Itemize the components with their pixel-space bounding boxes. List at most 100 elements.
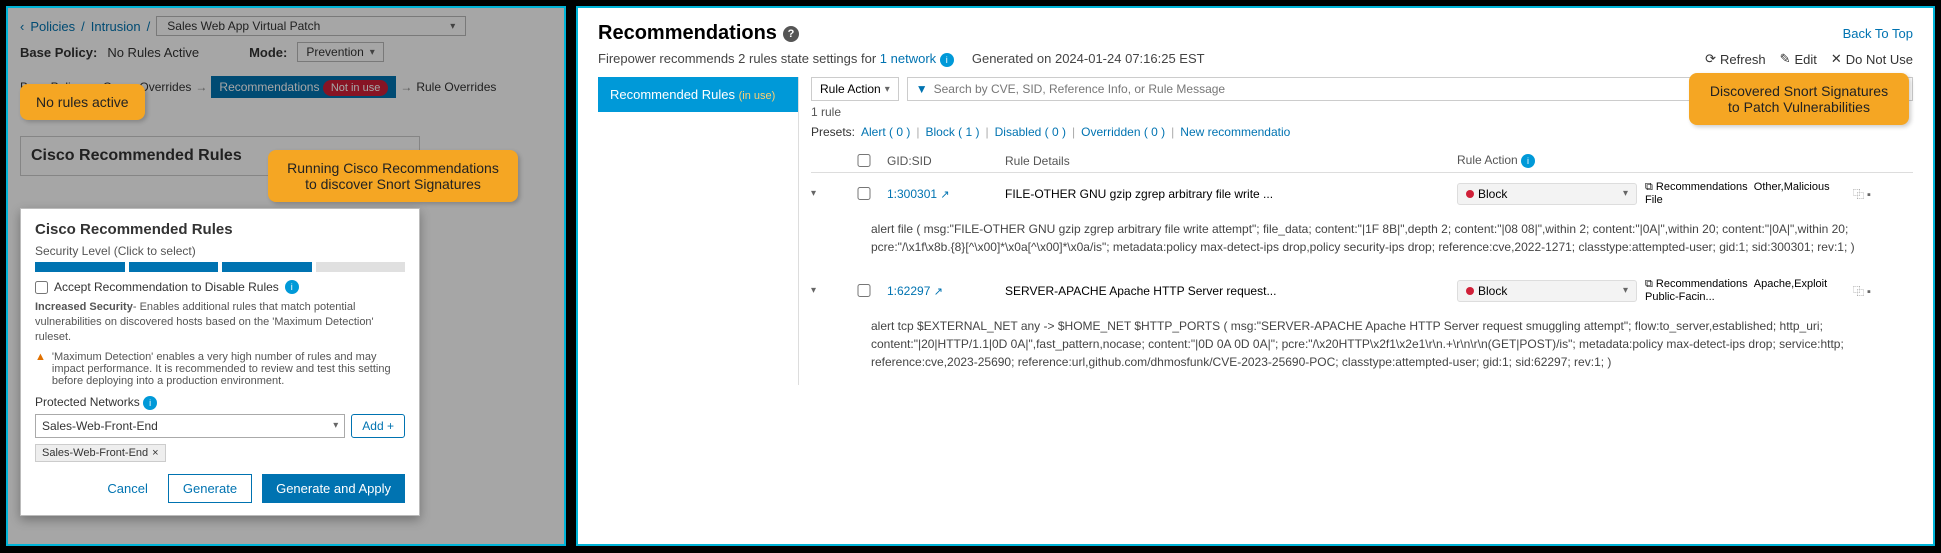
- security-level-hint: (Click to select): [114, 244, 196, 258]
- block-icon: [1466, 287, 1474, 295]
- refresh-button[interactable]: ⟳ Refresh: [1705, 51, 1765, 67]
- gid-sid[interactable]: 1:300301 ↗: [887, 187, 997, 201]
- base-policy-row: Base Policy: No Rules Active Mode: Preve…: [20, 42, 552, 62]
- tab-recommendations[interactable]: Recommendations Not in use: [211, 76, 396, 98]
- filter-icon: ▼: [916, 82, 928, 96]
- accept-disable-checkbox[interactable]: [35, 281, 48, 294]
- cancel-button[interactable]: Cancel: [97, 474, 157, 503]
- popout-icon[interactable]: ↗: [934, 286, 943, 298]
- tab-recommendations-label: Recommendations: [219, 80, 319, 94]
- link-icon: ⧉: [1645, 278, 1653, 290]
- crumb-policies[interactable]: Policies: [30, 19, 75, 34]
- expand-toggle[interactable]: ▾: [811, 188, 841, 199]
- generated-timestamp: Generated on 2024-01-24 07:16:25 EST: [972, 51, 1205, 66]
- chevron-down-icon: ▾: [450, 21, 455, 32]
- network-link[interactable]: 1 network: [880, 51, 936, 66]
- rule-action-select[interactable]: Block▾: [1457, 280, 1637, 302]
- rule-action-select[interactable]: Block▾: [1457, 183, 1637, 205]
- preset-new[interactable]: New recommendatio: [1180, 125, 1290, 139]
- refresh-icon: ⟳: [1705, 51, 1716, 67]
- generate-apply-button[interactable]: Generate and Apply: [262, 474, 405, 503]
- gid-sid[interactable]: 1:62297 ↗: [887, 284, 997, 298]
- left-panel: ‹ Policies / Intrusion / Sales Web App V…: [6, 6, 566, 546]
- max-detection-warning: ▲ 'Maximum Detection' enables a very hig…: [35, 351, 405, 387]
- callout-no-rules: No rules active: [20, 84, 145, 120]
- do-not-use-button[interactable]: ✕ Do Not Use: [1831, 51, 1913, 67]
- security-level-label: Security Level: [35, 244, 110, 258]
- close-icon: ✕: [1831, 51, 1842, 67]
- increased-security-desc: Increased Security- Enables additional r…: [35, 300, 405, 345]
- callout-discovered: Discovered Snort Signatures to Patch Vul…: [1689, 73, 1909, 125]
- rule-detail: alert tcp $EXTERNAL_NET any -> $HOME_NET…: [811, 311, 1913, 385]
- row-actions[interactable]: ⿻ ▪: [1853, 186, 1913, 202]
- recommendation-summary: Firepower recommends 2 rules state setti…: [598, 51, 1205, 67]
- chevron-down-icon: ▾: [370, 47, 375, 58]
- remove-chip-icon[interactable]: ×: [152, 447, 158, 459]
- col-details: Rule Details: [1005, 154, 1449, 168]
- link-icon: ⧉: [1645, 181, 1653, 193]
- tab-recommended-rules[interactable]: Recommended Rules (in use): [598, 77, 798, 112]
- mode-select[interactable]: Prevention ▾: [297, 42, 383, 62]
- info-icon[interactable]: i: [940, 53, 954, 67]
- search-placeholder: Search by CVE, SID, Reference Info, or R…: [934, 82, 1225, 96]
- row-checkbox[interactable]: [849, 284, 879, 297]
- protected-networks-label: Protected Networks: [35, 395, 140, 409]
- expand-toggle[interactable]: ▾: [811, 285, 841, 296]
- base-policy-value: No Rules Active: [107, 45, 199, 60]
- breadcrumb: ‹ Policies / Intrusion / Sales Web App V…: [20, 16, 552, 36]
- recommendations-panel: Recommendations ? Back To Top Firepower …: [576, 6, 1935, 546]
- generate-button[interactable]: Generate: [168, 474, 252, 503]
- chevron-down-icon: ▾: [1623, 188, 1628, 199]
- back-to-top-link[interactable]: Back To Top: [1843, 26, 1913, 41]
- table-row: ▾ 1:300301 ↗ FILE-OTHER GNU gzip zgrep a…: [811, 173, 1913, 214]
- security-level-slider[interactable]: [35, 262, 405, 272]
- table-header: GID:SID Rule Details Rule Action i: [811, 149, 1913, 173]
- policy-select[interactable]: Sales Web App Virtual Patch ▾: [156, 16, 466, 36]
- mode-label: Mode:: [249, 45, 287, 60]
- edit-button[interactable]: ✎ Edit: [1780, 51, 1817, 67]
- presets-row: Presets: Alert ( 0 )| Block ( 1 )| Disab…: [811, 125, 1913, 139]
- pencil-icon: ✎: [1780, 51, 1791, 67]
- accept-disable-label: Accept Recommendation to Disable Rules: [54, 280, 279, 294]
- policy-select-value: Sales Web App Virtual Patch: [167, 19, 320, 33]
- select-all-checkbox[interactable]: [849, 154, 879, 167]
- badge-not-in-use: Not in use: [323, 80, 389, 96]
- block-icon: [1466, 190, 1474, 198]
- rule-action-dropdown[interactable]: Rule Action ▾: [811, 77, 899, 101]
- rule-meta: ⧉ Recommendations Other,Malicious File: [1645, 181, 1845, 206]
- protected-networks-select[interactable]: Sales-Web-Front-End ▾: [35, 414, 345, 438]
- popout-icon[interactable]: ↗: [940, 189, 949, 201]
- page-title: Recommendations ?: [598, 22, 799, 45]
- warning-icon: ▲: [35, 351, 46, 387]
- help-icon[interactable]: ?: [783, 26, 799, 42]
- preset-overridden[interactable]: Overridden ( 0 ): [1081, 125, 1165, 139]
- modal-title: Cisco Recommended Rules: [35, 221, 405, 238]
- info-icon[interactable]: i: [285, 280, 299, 294]
- chevron-down-icon: ▾: [885, 84, 890, 95]
- network-chip: Sales-Web-Front-End ×: [35, 444, 166, 462]
- preset-block[interactable]: Block ( 1 ): [925, 125, 979, 139]
- callout-discover: Running Cisco Recommendations to discove…: [268, 150, 518, 202]
- in-use-badge: (in use): [739, 90, 776, 102]
- chevron-down-icon: ▾: [333, 420, 338, 431]
- preset-alert[interactable]: Alert ( 0 ): [861, 125, 910, 139]
- crumb-intrusion[interactable]: Intrusion: [91, 19, 141, 34]
- chevron-left-icon[interactable]: ‹: [20, 19, 24, 34]
- rule-detail: alert file ( msg:"FILE-OTHER GNU gzip zg…: [811, 214, 1913, 270]
- row-actions[interactable]: ⿻ ▪: [1853, 283, 1913, 299]
- protected-networks-value: Sales-Web-Front-End: [42, 419, 158, 433]
- add-network-button[interactable]: Add +: [351, 414, 405, 438]
- col-action: Rule Action i: [1457, 153, 1637, 168]
- rule-title: SERVER-APACHE Apache HTTP Server request…: [1005, 284, 1449, 298]
- chevron-down-icon: ▾: [1623, 285, 1628, 296]
- network-chip-label: Sales-Web-Front-End: [42, 447, 148, 459]
- tab-rule-overrides[interactable]: Rule Overrides: [416, 80, 496, 94]
- preset-disabled[interactable]: Disabled ( 0 ): [995, 125, 1066, 139]
- table-row: ▾ 1:62297 ↗ SERVER-APACHE Apache HTTP Se…: [811, 270, 1913, 311]
- info-icon[interactable]: i: [143, 396, 157, 410]
- rule-meta: ⧉ Recommendations Apache,Exploit Public-…: [1645, 278, 1845, 303]
- presets-label: Presets:: [811, 125, 855, 139]
- info-icon[interactable]: i: [1521, 154, 1535, 168]
- row-checkbox[interactable]: [849, 187, 879, 200]
- col-gidsid: GID:SID: [887, 154, 997, 168]
